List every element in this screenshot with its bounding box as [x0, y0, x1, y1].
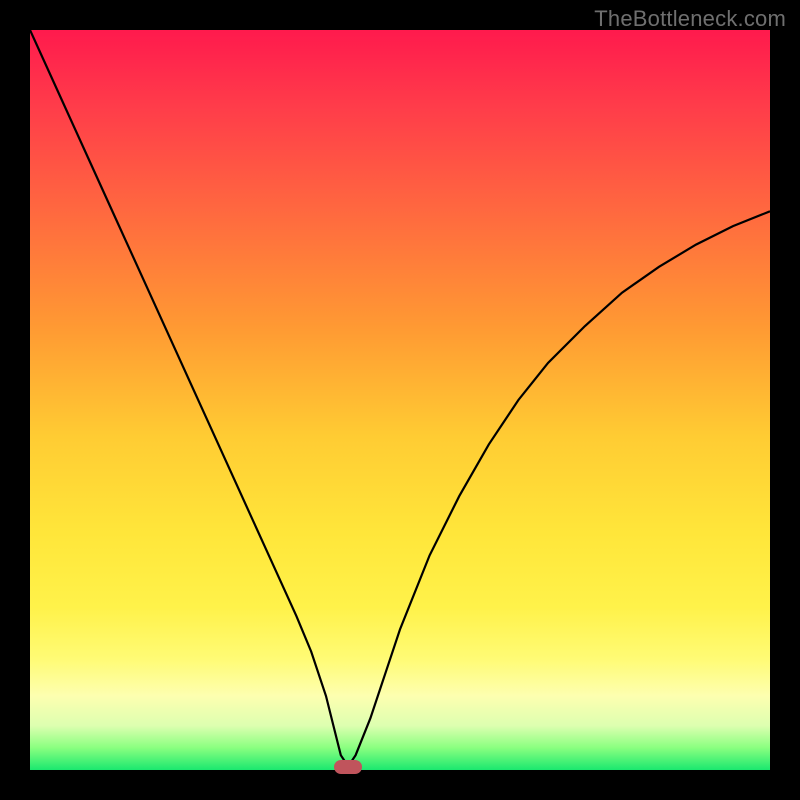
bottleneck-curve: [30, 30, 770, 766]
watermark-label: TheBottleneck.com: [594, 6, 786, 32]
curve-svg: [30, 30, 770, 770]
chart-stage: TheBottleneck.com: [0, 0, 800, 800]
minimum-marker: [334, 760, 362, 774]
plot-area: [30, 30, 770, 770]
